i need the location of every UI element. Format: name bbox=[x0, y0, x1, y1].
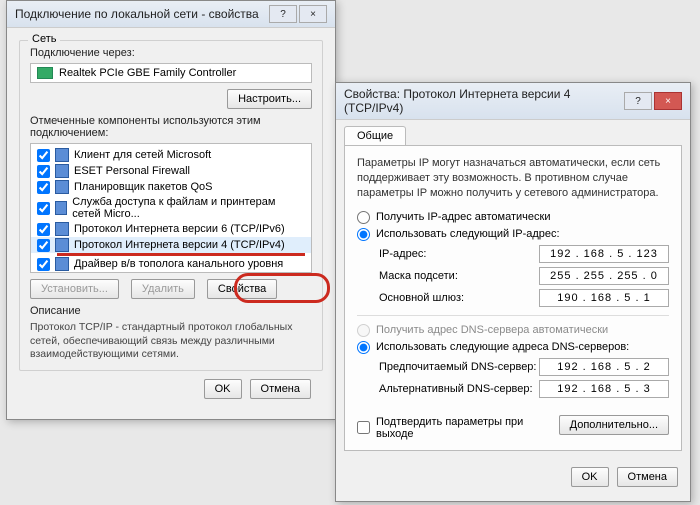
help-button[interactable]: ? bbox=[269, 5, 297, 23]
list-item[interactable]: Планировщик пакетов QoS bbox=[31, 179, 311, 195]
close-button[interactable]: × bbox=[654, 92, 682, 110]
component-icon bbox=[55, 222, 69, 236]
list-item[interactable]: Ответчик обнаружения топологии канальног… bbox=[31, 272, 311, 273]
radio-auto-dns: Получить адрес DNS-сервера автоматически bbox=[357, 324, 669, 337]
install-button[interactable]: Установить... bbox=[30, 279, 119, 299]
component-icon bbox=[55, 238, 69, 252]
close-button[interactable]: × bbox=[299, 5, 327, 23]
adapter-name: Realtek PCIe GBE Family Controller bbox=[59, 67, 236, 79]
tab-network[interactable]: Сеть bbox=[28, 33, 60, 45]
titlebar: Свойства: Протокол Интернета версии 4 (T… bbox=[336, 83, 690, 120]
checkbox[interactable] bbox=[37, 165, 50, 178]
properties-button[interactable]: Свойства bbox=[207, 279, 277, 299]
radio-manual-dns[interactable]: Использовать следующие адреса DNS-сервер… bbox=[357, 341, 669, 354]
lan-properties-window: Подключение по локальной сети - свойства… bbox=[6, 0, 336, 420]
checkbox[interactable] bbox=[37, 202, 50, 215]
component-icon bbox=[55, 148, 69, 162]
cancel-button[interactable]: Отмена bbox=[617, 467, 678, 487]
checkbox[interactable] bbox=[37, 149, 50, 162]
list-item-ipv4[interactable]: Протокол Интернета версии 4 (TCP/IPv4) bbox=[31, 237, 311, 253]
checkbox[interactable] bbox=[37, 181, 50, 194]
adapter-field[interactable]: Realtek PCIe GBE Family Controller bbox=[30, 63, 312, 83]
radio-manual-ip[interactable]: Использовать следующий IP-адрес: bbox=[357, 228, 669, 241]
confirm-on-exit[interactable]: Подтвердить параметры при выходе bbox=[357, 416, 559, 440]
mask-label: Маска подсети: bbox=[379, 270, 458, 282]
gateway-label: Основной шлюз: bbox=[379, 292, 464, 304]
help-button[interactable]: ? bbox=[624, 92, 652, 110]
remove-button[interactable]: Удалить bbox=[131, 279, 195, 299]
window-title: Свойства: Протокол Интернета версии 4 (T… bbox=[344, 87, 624, 115]
ok-button[interactable]: OK bbox=[204, 379, 242, 399]
connect-via-label: Подключение через: bbox=[30, 47, 312, 59]
component-icon bbox=[55, 201, 67, 215]
ip-input[interactable]: 192 . 168 . 5 . 123 bbox=[539, 245, 669, 263]
description-title: Описание bbox=[30, 305, 312, 317]
components-label: Отмеченные компоненты используются этим … bbox=[30, 115, 312, 139]
ok-button[interactable]: OK bbox=[571, 467, 609, 487]
radio-auto-ip[interactable]: Получить IP-адрес автоматически bbox=[357, 211, 669, 224]
ipv4-properties-window: Свойства: Протокол Интернета версии 4 (T… bbox=[335, 82, 691, 502]
mask-input[interactable]: 255 . 255 . 255 . 0 bbox=[539, 267, 669, 285]
ip-label: IP-адрес: bbox=[379, 248, 426, 260]
checkbox[interactable] bbox=[37, 223, 50, 236]
list-item[interactable]: Клиент для сетей Microsoft bbox=[31, 147, 311, 163]
dns1-input[interactable]: 192 . 168 . 5 . 2 bbox=[539, 358, 669, 376]
tab-general[interactable]: Общие bbox=[344, 126, 406, 145]
titlebar: Подключение по локальной сети - свойства… bbox=[7, 1, 335, 28]
checkbox[interactable] bbox=[37, 258, 50, 271]
configure-button[interactable]: Настроить... bbox=[227, 89, 312, 109]
cancel-button[interactable]: Отмена bbox=[250, 379, 311, 399]
window-title: Подключение по локальной сети - свойства bbox=[15, 7, 259, 21]
description-text: Протокол TCP/IP - стандартный протокол г… bbox=[30, 321, 312, 362]
list-item[interactable]: Протокол Интернета версии 6 (TCP/IPv6) bbox=[31, 221, 311, 237]
dns2-input[interactable]: 192 . 168 . 5 . 3 bbox=[539, 380, 669, 398]
components-list[interactable]: Клиент для сетей Microsoft ESET Personal… bbox=[30, 143, 312, 273]
component-icon bbox=[55, 164, 69, 178]
list-item[interactable]: ESET Personal Firewall bbox=[31, 163, 311, 179]
advanced-button[interactable]: Дополнительно... bbox=[559, 415, 669, 435]
intro-text: Параметры IP могут назначаться автоматич… bbox=[357, 156, 669, 201]
component-icon bbox=[55, 180, 69, 194]
gateway-input[interactable]: 190 . 168 . 5 . 1 bbox=[539, 289, 669, 307]
list-item[interactable]: Служба доступа к файлам и принтерам сете… bbox=[31, 195, 311, 221]
dns2-label: Альтернативный DNS-сервер: bbox=[379, 383, 533, 395]
checkbox[interactable] bbox=[37, 239, 50, 252]
dns1-label: Предпочитаемый DNS-сервер: bbox=[379, 361, 536, 373]
component-icon bbox=[55, 257, 69, 271]
list-item[interactable]: Драйвер в/в тополога канального уровня bbox=[31, 256, 311, 272]
nic-icon bbox=[37, 67, 53, 79]
